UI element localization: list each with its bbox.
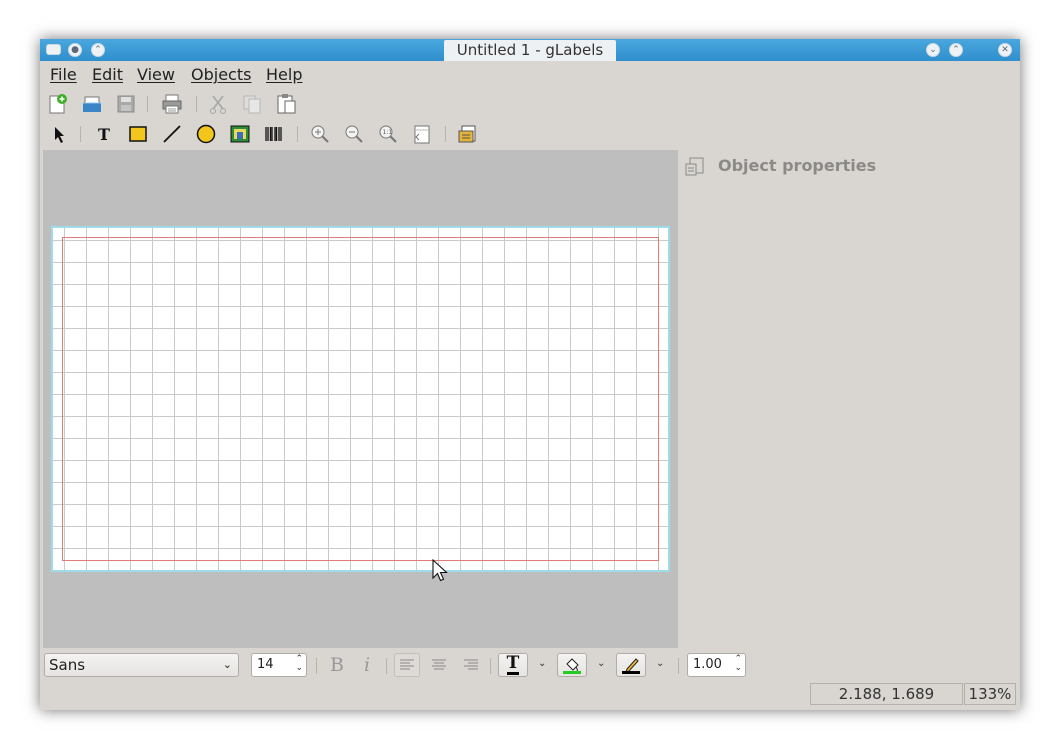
cut-icon[interactable]: [206, 92, 230, 116]
mouse-pointer-icon: [432, 558, 448, 587]
pencil-icon: [622, 658, 640, 674]
font-size-value: 14: [257, 657, 274, 672]
font-family-value: Sans: [49, 656, 86, 674]
image-tool-icon[interactable]: [228, 122, 252, 146]
italic-glyph: i: [363, 654, 371, 676]
line-width-value: 1.00: [693, 657, 722, 672]
window-title: Untitled 1 - gLabels: [444, 40, 616, 61]
app-window: ● ⌃ Untitled 1 - gLabels ⌄ ⌃ ✕ File Edit…: [40, 39, 1020, 710]
menu-file[interactable]: File: [50, 65, 77, 84]
align-center-icon: [432, 659, 446, 670]
new-icon[interactable]: [46, 92, 70, 116]
italic-button[interactable]: i: [354, 653, 380, 677]
save-icon[interactable]: [114, 92, 138, 116]
zoom-out-icon[interactable]: [342, 122, 366, 146]
cursor-position: 2.188, 1.689: [810, 683, 963, 705]
line-width-spin[interactable]: 1.00 ⌃ ⌄: [687, 653, 746, 677]
zoom-level: 133%: [964, 683, 1016, 705]
line-color-chevron-icon[interactable]: ⌄: [656, 658, 664, 669]
format-toolbar: Sans ⌄ 14 ⌃ ⌄ B i T ⌄ ⌄ ⌄ 1.00 ⌃ ⌄: [40, 650, 1020, 680]
fill-color-chevron-icon[interactable]: ⌄: [597, 658, 605, 669]
zoom-in-icon[interactable]: [308, 122, 332, 146]
menu-edit[interactable]: Edit: [92, 65, 123, 84]
object-properties-panel: Object properties: [678, 150, 1020, 648]
close-button-icon[interactable]: ✕: [998, 43, 1012, 57]
bold-glyph: B: [330, 654, 344, 676]
label-outline[interactable]: [51, 226, 670, 572]
minimize-dot-icon[interactable]: ●: [68, 43, 82, 57]
spin-arrows-icon[interactable]: ⌃ ⌄: [295, 655, 303, 673]
text-color-button[interactable]: T: [498, 653, 528, 677]
text-color-chevron-icon[interactable]: ⌄: [538, 658, 546, 669]
merge-properties-icon[interactable]: [456, 122, 480, 146]
copy-icon[interactable]: [240, 92, 264, 116]
label-canvas[interactable]: [43, 150, 678, 648]
menu-view[interactable]: View: [137, 65, 175, 84]
spin-arrows-icon[interactable]: ⌃ ⌄: [734, 655, 742, 673]
font-family-select[interactable]: Sans ⌄: [44, 653, 239, 677]
barcode-tool-icon[interactable]: [262, 122, 286, 146]
menu-help[interactable]: Help: [266, 65, 302, 84]
zoom-fit-icon[interactable]: [410, 122, 434, 146]
status-bar: 2.188, 1.689 133%: [40, 681, 1020, 707]
arrow-select-icon[interactable]: [46, 122, 70, 146]
text-tool-icon[interactable]: T: [92, 122, 116, 146]
line-tool-icon[interactable]: [160, 122, 184, 146]
title-bar: ● ⌃ Untitled 1 - gLabels ⌄ ⌃ ✕: [40, 39, 1020, 61]
paste-icon[interactable]: [274, 92, 298, 116]
maximize-button-icon[interactable]: ⌃: [949, 43, 963, 57]
menu-objects[interactable]: Objects: [191, 65, 251, 84]
bold-button[interactable]: B: [324, 653, 350, 677]
svg-text:1:1: 1:1: [383, 129, 393, 136]
keep-above-icon[interactable]: ⌃: [91, 43, 105, 57]
box-tool-icon[interactable]: [126, 122, 150, 146]
window-menu-icon[interactable]: [46, 44, 61, 55]
properties-icon: [684, 156, 706, 182]
print-icon[interactable]: [160, 92, 184, 116]
align-left-button[interactable]: [394, 653, 420, 677]
properties-title: Object properties: [718, 156, 877, 175]
align-right-button[interactable]: [458, 653, 484, 677]
font-size-spin[interactable]: 14 ⌃ ⌄: [251, 653, 307, 677]
fill-color-button[interactable]: [557, 653, 587, 677]
menu-bar: File Edit View Objects Help: [40, 62, 1020, 88]
text-color-glyph: T: [506, 653, 520, 675]
ellipse-tool-icon[interactable]: [194, 122, 218, 146]
fill-bucket-icon: [563, 658, 581, 674]
minimize-button-icon[interactable]: ⌄: [926, 43, 940, 57]
open-icon[interactable]: [80, 92, 104, 116]
zoom-one-icon[interactable]: 1:1: [376, 122, 400, 146]
align-left-icon: [400, 659, 414, 670]
objects-toolbar: T 1:1: [40, 120, 1020, 148]
safe-area-outline: [62, 237, 659, 561]
main-toolbar: [40, 90, 1020, 118]
align-right-icon: [464, 659, 478, 670]
line-color-button[interactable]: [616, 653, 646, 677]
align-center-button[interactable]: [426, 653, 452, 677]
chevron-down-icon: ⌄: [222, 658, 232, 671]
